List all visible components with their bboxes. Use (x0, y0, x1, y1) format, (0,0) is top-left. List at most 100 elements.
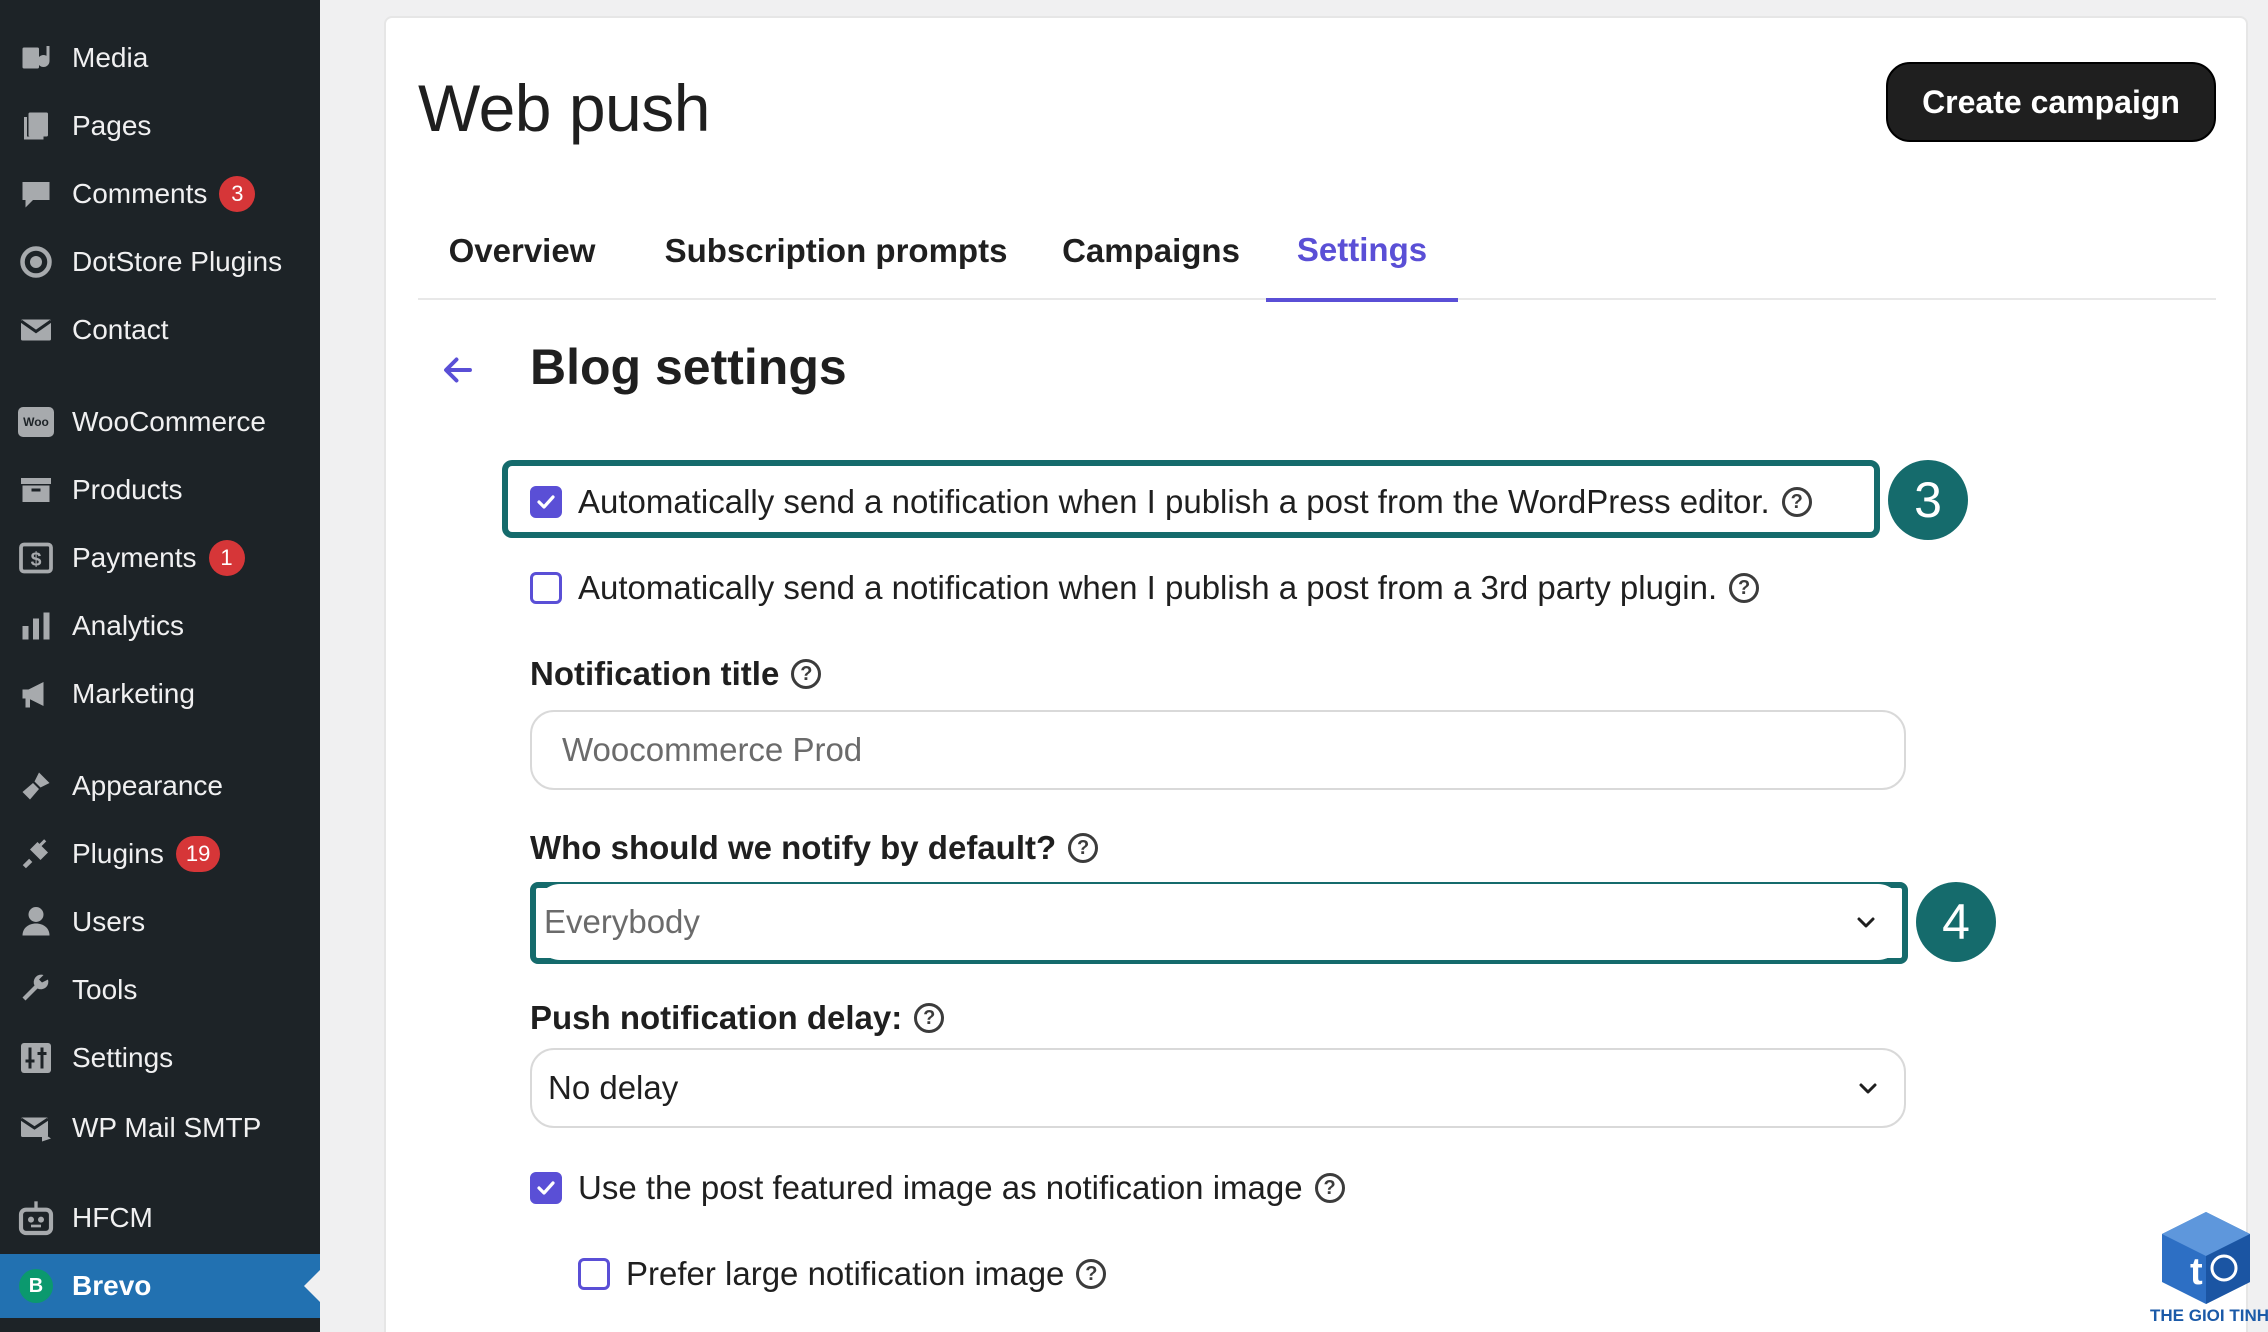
sidebar-item-label: Appearance (72, 770, 224, 801)
products-icon (16, 470, 56, 510)
notify-default-select[interactable]: Everybody (536, 884, 1902, 960)
checkmark-icon (537, 1181, 555, 1195)
help-icon[interactable]: ? (791, 659, 822, 689)
sidebar-item-analytics[interactable]: Analytics (0, 594, 320, 658)
sidebar-item-payments[interactable]: $ Payments 1 (0, 526, 320, 590)
step-marker-4: 4 (1916, 882, 1996, 962)
sidebar-item-comments[interactable]: Comments 3 (0, 162, 320, 226)
sidebar-item-label: Pages (72, 110, 152, 141)
help-icon[interactable]: ? (1314, 1173, 1345, 1203)
tab-settings[interactable]: Settings (1266, 202, 1458, 302)
comments-icon (16, 174, 56, 214)
analytics-icon (16, 606, 56, 646)
notification-title-label: Notification title (530, 655, 780, 692)
comments-count-badge: 3 (219, 176, 256, 212)
sidebar-item-media[interactable]: Media (0, 26, 320, 90)
users-icon (16, 902, 56, 942)
sidebar-item-products[interactable]: Products (0, 458, 320, 522)
page-title: Web push (418, 71, 710, 145)
notify-default-value: Everybody (544, 903, 700, 940)
delay-label-row: Push notification delay: ? (530, 998, 945, 1038)
delay-value: No delay (548, 1069, 679, 1106)
payments-icon: $ (16, 538, 56, 578)
notification-title-label-row: Notification title ? (530, 654, 822, 694)
sidebar-item-label: HFCM (72, 1202, 153, 1233)
dotstore-icon (16, 242, 56, 282)
media-icon (16, 38, 56, 78)
sidebar-item-label: WP Mail SMTP (72, 1112, 262, 1143)
chevron-down-icon (1859, 1083, 1877, 1094)
auto-send-plugin-checkbox[interactable] (530, 572, 562, 604)
wrench-icon (16, 970, 56, 1010)
sidebar-item-tools[interactable]: Tools (0, 958, 320, 1022)
woocommerce-icon: Woo (16, 402, 56, 442)
brevo-icon: B (16, 1266, 56, 1306)
notify-default-label: Who should we notify by default? (530, 829, 1057, 866)
help-icon[interactable]: ? (1729, 573, 1760, 603)
delay-select[interactable]: No delay (530, 1048, 1906, 1128)
help-icon[interactable]: ? (914, 1003, 945, 1033)
sidebar-item-label: Marketing (72, 678, 195, 709)
sidebar-item-appearance[interactable]: Appearance (0, 754, 320, 818)
section-title: Blog settings (530, 339, 847, 395)
sidebar-item-wp-mail-smtp[interactable]: WP Mail SMTP (0, 1096, 320, 1160)
large-image-row: Prefer large notification image ? (578, 1254, 1107, 1294)
help-icon[interactable]: ? (1068, 833, 1099, 863)
sidebar-item-brevo[interactable]: B Brevo (0, 1254, 320, 1318)
sidebar-item-label: Brevo (72, 1270, 152, 1301)
sidebar-item-woocommerce[interactable]: Woo WooCommerce (0, 390, 320, 454)
sidebar-item-marketing[interactable]: Marketing (0, 662, 320, 726)
watermark-text: THE GIOI TINHOC (2150, 1306, 2268, 1325)
sidebar-item-label: Products (72, 474, 183, 505)
sidebar-item-label: Media (72, 42, 149, 73)
help-icon[interactable]: ? (1076, 1259, 1107, 1289)
tab-overview[interactable]: Overview (418, 202, 626, 300)
notify-default-label-row: Who should we notify by default? ? (530, 828, 1099, 868)
sidebar-item-label: Users (72, 906, 146, 937)
active-indicator-arrow (304, 1270, 320, 1302)
plugin-icon (16, 834, 56, 874)
sidebar-item-label: Payments (72, 542, 197, 573)
auto-send-editor-checkbox[interactable] (530, 486, 562, 518)
mail-smtp-icon (16, 1108, 56, 1148)
large-image-label: Prefer large notification image (626, 1255, 1065, 1292)
tab-bar: Overview Subscription prompts Campaigns … (418, 202, 2216, 302)
paintbrush-icon (16, 766, 56, 806)
help-icon[interactable]: ? (1781, 487, 1812, 517)
auto-send-plugin-label: Automatically send a notification when I… (578, 569, 1718, 606)
large-image-checkbox[interactable] (578, 1258, 610, 1290)
sidebar-item-pages[interactable]: Pages (0, 94, 320, 158)
sidebar-item-dotstore-plugins[interactable]: DotStore Plugins (0, 230, 320, 294)
sidebar-item-label: Comments (72, 178, 208, 209)
settings-icon (16, 1038, 56, 1078)
mail-icon (16, 310, 56, 350)
sidebar-item-label: Contact (72, 314, 169, 345)
svg-text:$: $ (31, 549, 42, 571)
sidebar-item-label: Settings (72, 1042, 174, 1073)
sidebar-item-label: DotStore Plugins (72, 246, 283, 277)
payments-count-badge: 1 (208, 540, 245, 576)
create-campaign-button[interactable]: Create campaign (1886, 62, 2216, 142)
step-marker-3: 3 (1888, 460, 1968, 540)
back-arrow-icon[interactable] (440, 352, 476, 388)
auto-send-editor-row: Automatically send a notification when I… (530, 482, 1812, 522)
featured-image-checkbox[interactable] (530, 1172, 562, 1204)
sidebar-item-label: WooCommerce (72, 406, 266, 437)
sidebar-item-contact[interactable]: Contact (0, 298, 320, 362)
auto-send-editor-label: Automatically send a notification when I… (578, 483, 1770, 520)
featured-image-row: Use the post featured image as notificat… (530, 1168, 1345, 1208)
notification-title-input[interactable]: Woocommerce Prod (530, 710, 1906, 790)
sidebar-item-hfcm[interactable]: HFCM (0, 1186, 320, 1250)
pages-icon (16, 106, 56, 146)
sidebar-item-label: Plugins (72, 838, 164, 869)
checkmark-icon (537, 495, 555, 509)
tab-subscription-prompts[interactable]: Subscription prompts (640, 202, 1032, 300)
featured-image-label: Use the post featured image as notificat… (578, 1169, 1303, 1206)
tab-campaigns[interactable]: Campaigns (1046, 202, 1256, 300)
sidebar-item-plugins[interactable]: Plugins 19 (0, 822, 320, 886)
megaphone-icon (16, 674, 56, 714)
sidebar-item-users[interactable]: Users (0, 890, 320, 954)
sidebar-item-settings[interactable]: Settings (0, 1026, 320, 1090)
plugins-count-badge: 19 (175, 836, 221, 872)
sidebar-item-label: Tools (72, 974, 138, 1005)
